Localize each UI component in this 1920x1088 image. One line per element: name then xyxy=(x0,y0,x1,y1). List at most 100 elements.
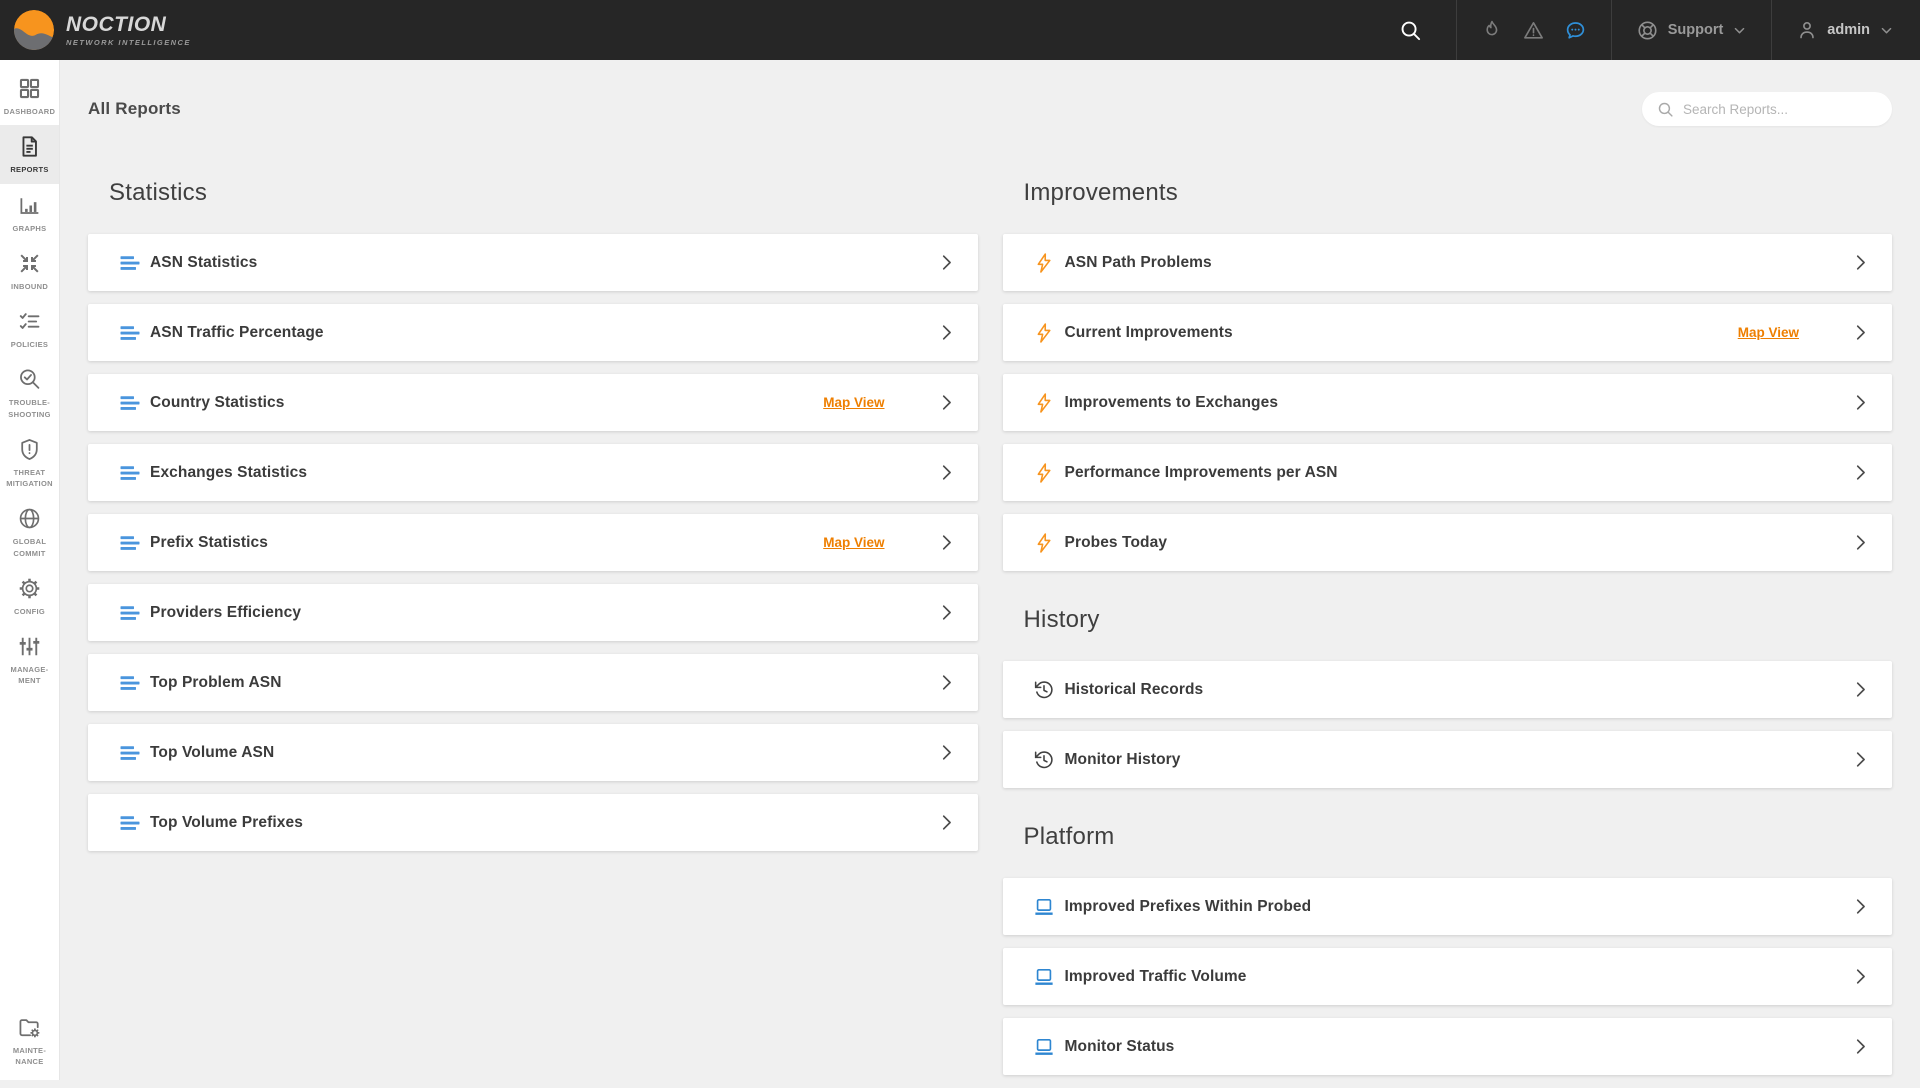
report-row-label: Improved Traffic Volume xyxy=(1065,968,1247,986)
chevron-right-icon xyxy=(937,393,956,412)
user-icon xyxy=(1796,19,1818,41)
lightning-icon xyxy=(1033,531,1056,554)
user-menu[interactable]: admin xyxy=(1796,19,1894,41)
chat-bubble-icon xyxy=(1564,19,1587,42)
section-title-improvements: Improvements xyxy=(1024,179,1893,207)
support-menu[interactable]: Support xyxy=(1636,19,1748,42)
sidebar-item-label: TROUBLE-SHOOTING xyxy=(2,397,57,420)
report-row-prefix-statistics[interactable]: Prefix StatisticsMap View xyxy=(88,514,978,571)
sidebar-item-label: MANAGE-MENT xyxy=(2,664,57,687)
report-row-improvements-to-exchanges[interactable]: Improvements to Exchanges xyxy=(1003,374,1893,431)
map-view-link[interactable]: Map View xyxy=(823,395,884,410)
chevron-right-icon xyxy=(1851,323,1870,342)
report-columns: Statistics ASN Statistics ASN Traffic Perc… xyxy=(88,126,1892,1088)
search-icon xyxy=(1657,101,1674,118)
report-row-label: ASN Path Problems xyxy=(1065,254,1212,272)
report-row-country-statistics[interactable]: Country Statistics Map View xyxy=(88,374,978,431)
report-row-providers-efficiency[interactable]: Providers Efficiency xyxy=(88,584,978,641)
report-row-improved-traffic-volume[interactable]: Improved Traffic Volume xyxy=(1003,948,1893,1005)
right-column: Improvements ASN Path Problems Current Imp… xyxy=(1003,126,1893,1088)
chevron-right-icon xyxy=(1851,253,1870,272)
chevron-right-icon xyxy=(937,253,956,272)
laptop-icon xyxy=(1033,895,1056,918)
report-row-top-volume-prefixes[interactable]: Top Volume Prefixes xyxy=(88,794,978,851)
report-row-historical-records[interactable]: Historical Records xyxy=(1003,661,1893,718)
sidebar-item-policies[interactable]: POLICIES xyxy=(0,300,59,358)
global-commit-globe-icon xyxy=(17,506,42,531)
report-row-label: Improved Prefixes Within Probed xyxy=(1065,898,1312,916)
chevron-right-icon xyxy=(937,603,956,622)
sidebar-item-config[interactable]: CONFIG xyxy=(0,567,59,625)
report-row-label: Exchanges Statistics xyxy=(150,464,307,482)
logo-subtitle: NETWORK INTELLIGENCE xyxy=(66,38,191,47)
report-row-monitor-history[interactable]: Monitor History xyxy=(1003,731,1893,788)
map-view-link[interactable]: Map View xyxy=(1738,325,1799,340)
threat-mitigation-shield-icon xyxy=(17,437,42,462)
chevron-right-icon xyxy=(937,743,956,762)
chevron-right-icon xyxy=(1851,750,1870,769)
report-row-probes-today[interactable]: Probes Today xyxy=(1003,514,1893,571)
chevron-right-icon xyxy=(1851,533,1870,552)
sidebar-item-threat-mitigation[interactable]: THREAT MITIGATION xyxy=(0,428,59,498)
chevron-right-icon xyxy=(1851,680,1870,699)
sidebar-item-label: GLOBAL COMMIT xyxy=(2,536,57,559)
sidebar-item-reports[interactable]: REPORTS xyxy=(0,125,59,183)
report-row-asn-traffic-percentage[interactable]: ASN Traffic Percentage xyxy=(88,304,978,361)
noction-logo: NOCTION NETWORK INTELLIGENCE xyxy=(0,9,191,51)
report-row-label: Historical Records xyxy=(1065,681,1204,699)
report-row-monitor-status[interactable]: Monitor Status xyxy=(1003,1018,1893,1075)
sidebar-item-inbound[interactable]: INBOUND xyxy=(0,242,59,300)
report-row-label: Improvements to Exchanges xyxy=(1065,394,1279,412)
list-lines-icon xyxy=(118,811,141,834)
main-content: All Reports StatisticsASN StatisticsASN … xyxy=(60,0,1920,1088)
chevron-down-icon xyxy=(1732,23,1747,38)
list-lines-icon xyxy=(118,531,141,554)
report-row-label: Monitor Status xyxy=(1065,1038,1175,1056)
flame-icon xyxy=(1481,19,1503,41)
sidebar-item-global-commit[interactable]: GLOBAL COMMIT xyxy=(0,497,59,567)
history-clock-icon xyxy=(1033,748,1056,771)
report-row-top-volume-asn[interactable]: Top Volume ASN xyxy=(88,724,978,781)
sidebar: DASHBOARD REPORTS GRAPHS INBOUND POLICIES TRO… xyxy=(0,60,60,1080)
report-row-exchanges-statistics[interactable]: Exchanges Statistics xyxy=(88,444,978,501)
global-search-button[interactable] xyxy=(1365,0,1456,60)
report-row-label: Top Problem ASN xyxy=(150,674,282,692)
report-row-current-improvements[interactable]: Current ImprovementsMap View xyxy=(1003,304,1893,361)
chevron-right-icon xyxy=(937,463,956,482)
chevron-right-icon xyxy=(937,673,956,692)
section-title-statistics: Statistics xyxy=(109,179,978,207)
sidebar-item-trouble-shooting[interactable]: TROUBLE-SHOOTING xyxy=(0,358,59,428)
report-row-asn-path-problems[interactable]: ASN Path Problems xyxy=(1003,234,1893,291)
events-flame-button[interactable] xyxy=(1481,19,1503,41)
sidebar-item-label: THREAT MITIGATION xyxy=(2,467,57,490)
map-view-link[interactable]: Map View xyxy=(823,535,884,550)
report-row-performance-improvements-per-asn[interactable]: Performance Improvements per ASN xyxy=(1003,444,1893,501)
reports-search-input[interactable] xyxy=(1683,102,1877,117)
report-row-label: Country Statistics xyxy=(150,394,284,412)
sidebar-item-label: POLICIES xyxy=(11,339,48,350)
management-sliders-icon xyxy=(17,634,42,659)
sidebar-item-label: REPORTS xyxy=(10,164,48,175)
sidebar-item-mainte-nance[interactable]: MAINTE-NANCE xyxy=(0,1006,59,1076)
list-lines-icon xyxy=(118,671,141,694)
list-lines-icon xyxy=(118,601,141,624)
list-lines-icon xyxy=(118,321,141,344)
sidebar-item-manage-ment[interactable]: MANAGE-MENT xyxy=(0,625,59,695)
dashboard-grid-icon xyxy=(17,76,42,101)
troubleshooting-search-check-icon xyxy=(17,367,42,392)
chat-button[interactable] xyxy=(1564,19,1587,42)
report-row-improved-prefixes-within-probed[interactable]: Improved Prefixes Within Probed xyxy=(1003,878,1893,935)
report-row-asn-statistics[interactable]: ASN Statistics xyxy=(88,234,978,291)
chevron-right-icon xyxy=(937,813,956,832)
section-title-platform: Platform xyxy=(1024,823,1893,851)
warning-triangle-icon xyxy=(1522,19,1545,42)
history-clock-icon xyxy=(1033,678,1056,701)
sidebar-item-label: INBOUND xyxy=(11,281,48,292)
sidebar-item-graphs[interactable]: GRAPHS xyxy=(0,184,59,242)
sidebar-item-dashboard[interactable]: DASHBOARD xyxy=(0,67,59,125)
alerts-warning-button[interactable] xyxy=(1522,19,1545,42)
chevron-right-icon xyxy=(1851,393,1870,412)
sidebar-item-label: GRAPHS xyxy=(13,223,47,234)
noction-logo-mark-icon xyxy=(13,9,55,51)
report-row-top-problem-asn[interactable]: Top Problem ASN xyxy=(88,654,978,711)
